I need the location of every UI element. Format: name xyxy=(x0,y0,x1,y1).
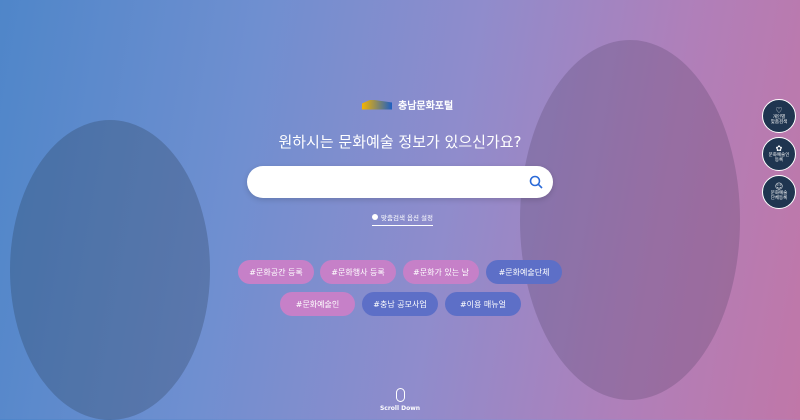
side-label: 등록 xyxy=(774,158,784,163)
tag-culture-day[interactable]: #문화가 있는 날 xyxy=(403,260,479,284)
search-option-link[interactable]: 맞춤검색 옵션 설정 xyxy=(372,212,433,226)
tag-arts-group[interactable]: #문화예술단체 xyxy=(486,260,562,284)
logo-mark-icon xyxy=(362,99,392,110)
side-label: 단체등록 xyxy=(770,196,788,201)
scroll-down-button[interactable]: Scroll Down xyxy=(370,388,430,412)
tag-culture-space[interactable]: #문화공간 등록 xyxy=(238,260,314,284)
search-heading: 원하시는 문화예술 정보가 있으신가요? xyxy=(278,133,522,151)
side-button-artist-register[interactable]: ✿ 문화예술인 등록 xyxy=(762,137,796,171)
tag-artist[interactable]: #문화예술인 xyxy=(280,292,355,316)
search-bar xyxy=(247,166,553,198)
tag-public-project[interactable]: #충남 공모사업 xyxy=(362,292,438,316)
scroll-label: Scroll Down xyxy=(379,405,421,412)
side-label: 맞춤검색 xyxy=(770,120,788,125)
group-icon: ☺ xyxy=(774,181,784,191)
film-reel-icon: ✿ xyxy=(775,143,783,153)
background-figure-left xyxy=(10,120,210,420)
gear-icon xyxy=(372,214,378,220)
background-figure-right xyxy=(520,40,740,400)
side-button-custom-search[interactable]: ♡ 개인별 맞춤검색 xyxy=(762,99,796,133)
mouse-icon xyxy=(395,388,405,402)
search-input[interactable] xyxy=(263,166,523,198)
logo[interactable]: 충남문화포털 xyxy=(362,97,453,112)
tag-user-manual[interactable]: #이용 매뉴얼 xyxy=(445,292,521,316)
search-icon[interactable] xyxy=(529,175,543,189)
tag-culture-event[interactable]: #문화행사 등록 xyxy=(320,260,396,284)
logo-text: 충남문화포털 xyxy=(398,101,454,112)
search-option-label: 맞춤검색 옵션 설정 xyxy=(381,214,433,222)
side-button-group-register[interactable]: ☺ 문화예술 단체등록 xyxy=(762,175,796,209)
heart-search-icon: ♡ xyxy=(775,105,783,115)
